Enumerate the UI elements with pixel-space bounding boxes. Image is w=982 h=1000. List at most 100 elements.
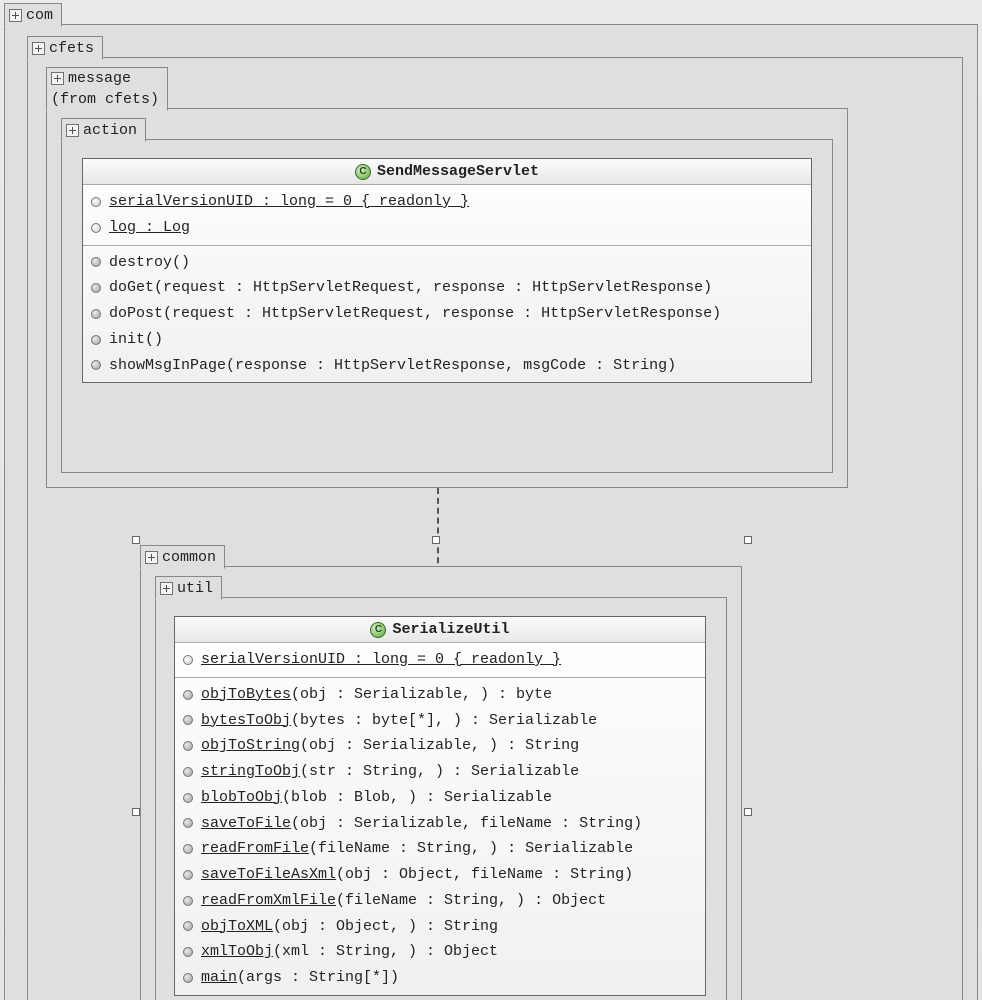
expand-icon[interactable]: [145, 551, 158, 564]
visibility-icon: [183, 715, 193, 725]
package-tab-action[interactable]: action: [61, 118, 146, 142]
package-message[interactable]: message (from cfets) action C SendMessag…: [46, 108, 848, 488]
member-row[interactable]: saveToFileAsXml(obj : Object, fileName :…: [183, 862, 697, 888]
member-row[interactable]: stringToObj(str : String, ) : Serializab…: [183, 759, 697, 785]
package-label: util: [177, 580, 213, 597]
member-signature: readFromFile(fileName : String, ) : Seri…: [201, 838, 633, 860]
package-label: message: [68, 70, 131, 87]
member-row[interactable]: doPost(request : HttpServletRequest, res…: [91, 301, 803, 327]
member-row[interactable]: readFromFile(fileName : String, ) : Seri…: [183, 836, 697, 862]
package-label: com: [26, 7, 53, 24]
visibility-icon: [91, 257, 101, 267]
member-row[interactable]: bytesToObj(bytes : byte[*], ) : Serializ…: [183, 708, 697, 734]
package-label: cfets: [49, 40, 94, 57]
class-icon: C: [355, 164, 371, 180]
member-signature: init(): [109, 329, 163, 351]
visibility-icon: [91, 223, 101, 233]
visibility-icon: [91, 283, 101, 293]
member-row[interactable]: objToString(obj : Serializable, ) : Stri…: [183, 733, 697, 759]
member-signature: log : Log: [109, 217, 190, 239]
selection-handle[interactable]: [744, 808, 752, 816]
class-icon: C: [370, 622, 386, 638]
member-row[interactable]: serialVersionUID : long = 0 { readonly }: [91, 189, 803, 215]
operations-section: objToBytes(obj : Serializable, ) : byte b…: [175, 677, 705, 995]
selection-handle[interactable]: [132, 808, 140, 816]
visibility-icon: [91, 309, 101, 319]
selection-handle[interactable]: [432, 536, 440, 544]
member-signature: objToString(obj : Serializable, ) : Stri…: [201, 735, 579, 757]
visibility-icon: [183, 655, 193, 665]
member-signature: serialVersionUID : long = 0 { readonly }: [109, 191, 469, 213]
member-row[interactable]: doGet(request : HttpServletRequest, resp…: [91, 275, 803, 301]
visibility-icon: [183, 896, 193, 906]
visibility-icon: [91, 197, 101, 207]
member-row[interactable]: objToBytes(obj : Serializable, ) : byte: [183, 682, 697, 708]
member-signature: saveToFile(obj : Serializable, fileName …: [201, 813, 642, 835]
member-signature: objToBytes(obj : Serializable, ) : byte: [201, 684, 552, 706]
package-tab-util[interactable]: util: [155, 576, 222, 600]
visibility-icon: [183, 870, 193, 880]
visibility-icon: [183, 767, 193, 777]
class-name: SerializeUtil: [392, 621, 509, 638]
package-tab-message[interactable]: message (from cfets): [46, 67, 168, 111]
member-signature: blobToObj(blob : Blob, ) : Serializable: [201, 787, 552, 809]
package-tab-cfets[interactable]: cfets: [27, 36, 103, 60]
package-from-label: (from cfets): [51, 91, 159, 108]
member-signature: readFromXmlFile(fileName : String, ) : O…: [201, 890, 606, 912]
member-row[interactable]: log : Log: [91, 215, 803, 241]
class-header: C SendMessageServlet: [83, 159, 811, 185]
member-signature: doPost(request : HttpServletRequest, res…: [109, 303, 721, 325]
member-row[interactable]: showMsgInPage(response : HttpServletResp…: [91, 353, 803, 379]
visibility-icon: [183, 741, 193, 751]
package-label: action: [83, 122, 137, 139]
package-common[interactable]: common util C SerializeUtil serialVersio…: [140, 566, 742, 1000]
visibility-icon: [183, 690, 193, 700]
member-row[interactable]: serialVersionUID : long = 0 { readonly }: [183, 647, 697, 673]
visibility-icon: [91, 360, 101, 370]
member-signature: doGet(request : HttpServletRequest, resp…: [109, 277, 712, 299]
package-tab-com[interactable]: com: [4, 3, 62, 27]
member-signature: main(args : String[*]): [201, 967, 399, 989]
selection-handle[interactable]: [132, 536, 140, 544]
attributes-section: serialVersionUID : long = 0 { readonly }: [175, 643, 705, 677]
member-signature: saveToFileAsXml(obj : Object, fileName :…: [201, 864, 633, 886]
class-SerializeUtil[interactable]: C SerializeUtil serialVersionUID : long …: [174, 616, 706, 996]
visibility-icon: [183, 947, 193, 957]
member-signature: xmlToObj(xml : String, ) : Object: [201, 941, 498, 963]
class-SendMessageServlet[interactable]: C SendMessageServlet serialVersionUID : …: [82, 158, 812, 383]
expand-icon[interactable]: [32, 42, 45, 55]
selection-handle[interactable]: [744, 536, 752, 544]
expand-icon[interactable]: [51, 72, 64, 85]
operations-section: destroy() doGet(request : HttpServletRequ…: [83, 245, 811, 383]
package-com[interactable]: com cfets message (from cfets): [4, 24, 978, 1000]
expand-icon[interactable]: [9, 9, 22, 22]
member-row[interactable]: objToXML(obj : Object, ) : String: [183, 914, 697, 940]
member-row[interactable]: xmlToObj(xml : String, ) : Object: [183, 939, 697, 965]
member-signature: objToXML(obj : Object, ) : String: [201, 916, 498, 938]
package-util[interactable]: util C SerializeUtil serialVersionUID : …: [155, 597, 727, 1000]
member-signature: stringToObj(str : String, ) : Serializab…: [201, 761, 579, 783]
class-header: C SerializeUtil: [175, 617, 705, 643]
package-tab-common[interactable]: common: [140, 545, 225, 569]
visibility-icon: [183, 844, 193, 854]
member-signature: destroy(): [109, 252, 190, 274]
package-cfets[interactable]: cfets message (from cfets) action: [27, 57, 963, 1000]
member-row[interactable]: readFromXmlFile(fileName : String, ) : O…: [183, 888, 697, 914]
member-signature: bytesToObj(bytes : byte[*], ) : Serializ…: [201, 710, 597, 732]
expand-icon[interactable]: [160, 582, 173, 595]
member-row[interactable]: main(args : String[*]): [183, 965, 697, 991]
member-signature: showMsgInPage(response : HttpServletResp…: [109, 355, 676, 377]
member-row[interactable]: destroy(): [91, 250, 803, 276]
visibility-icon: [183, 818, 193, 828]
visibility-icon: [183, 921, 193, 931]
member-signature: serialVersionUID : long = 0 { readonly }: [201, 649, 561, 671]
member-row[interactable]: saveToFile(obj : Serializable, fileName …: [183, 811, 697, 837]
attributes-section: serialVersionUID : long = 0 { readonly }…: [83, 185, 811, 245]
visibility-icon: [183, 793, 193, 803]
package-label: common: [162, 549, 216, 566]
package-action[interactable]: action C SendMessageServlet serialVersio…: [61, 139, 833, 473]
class-name: SendMessageServlet: [377, 163, 539, 180]
expand-icon[interactable]: [66, 124, 79, 137]
member-row[interactable]: init(): [91, 327, 803, 353]
member-row[interactable]: blobToObj(blob : Blob, ) : Serializable: [183, 785, 697, 811]
